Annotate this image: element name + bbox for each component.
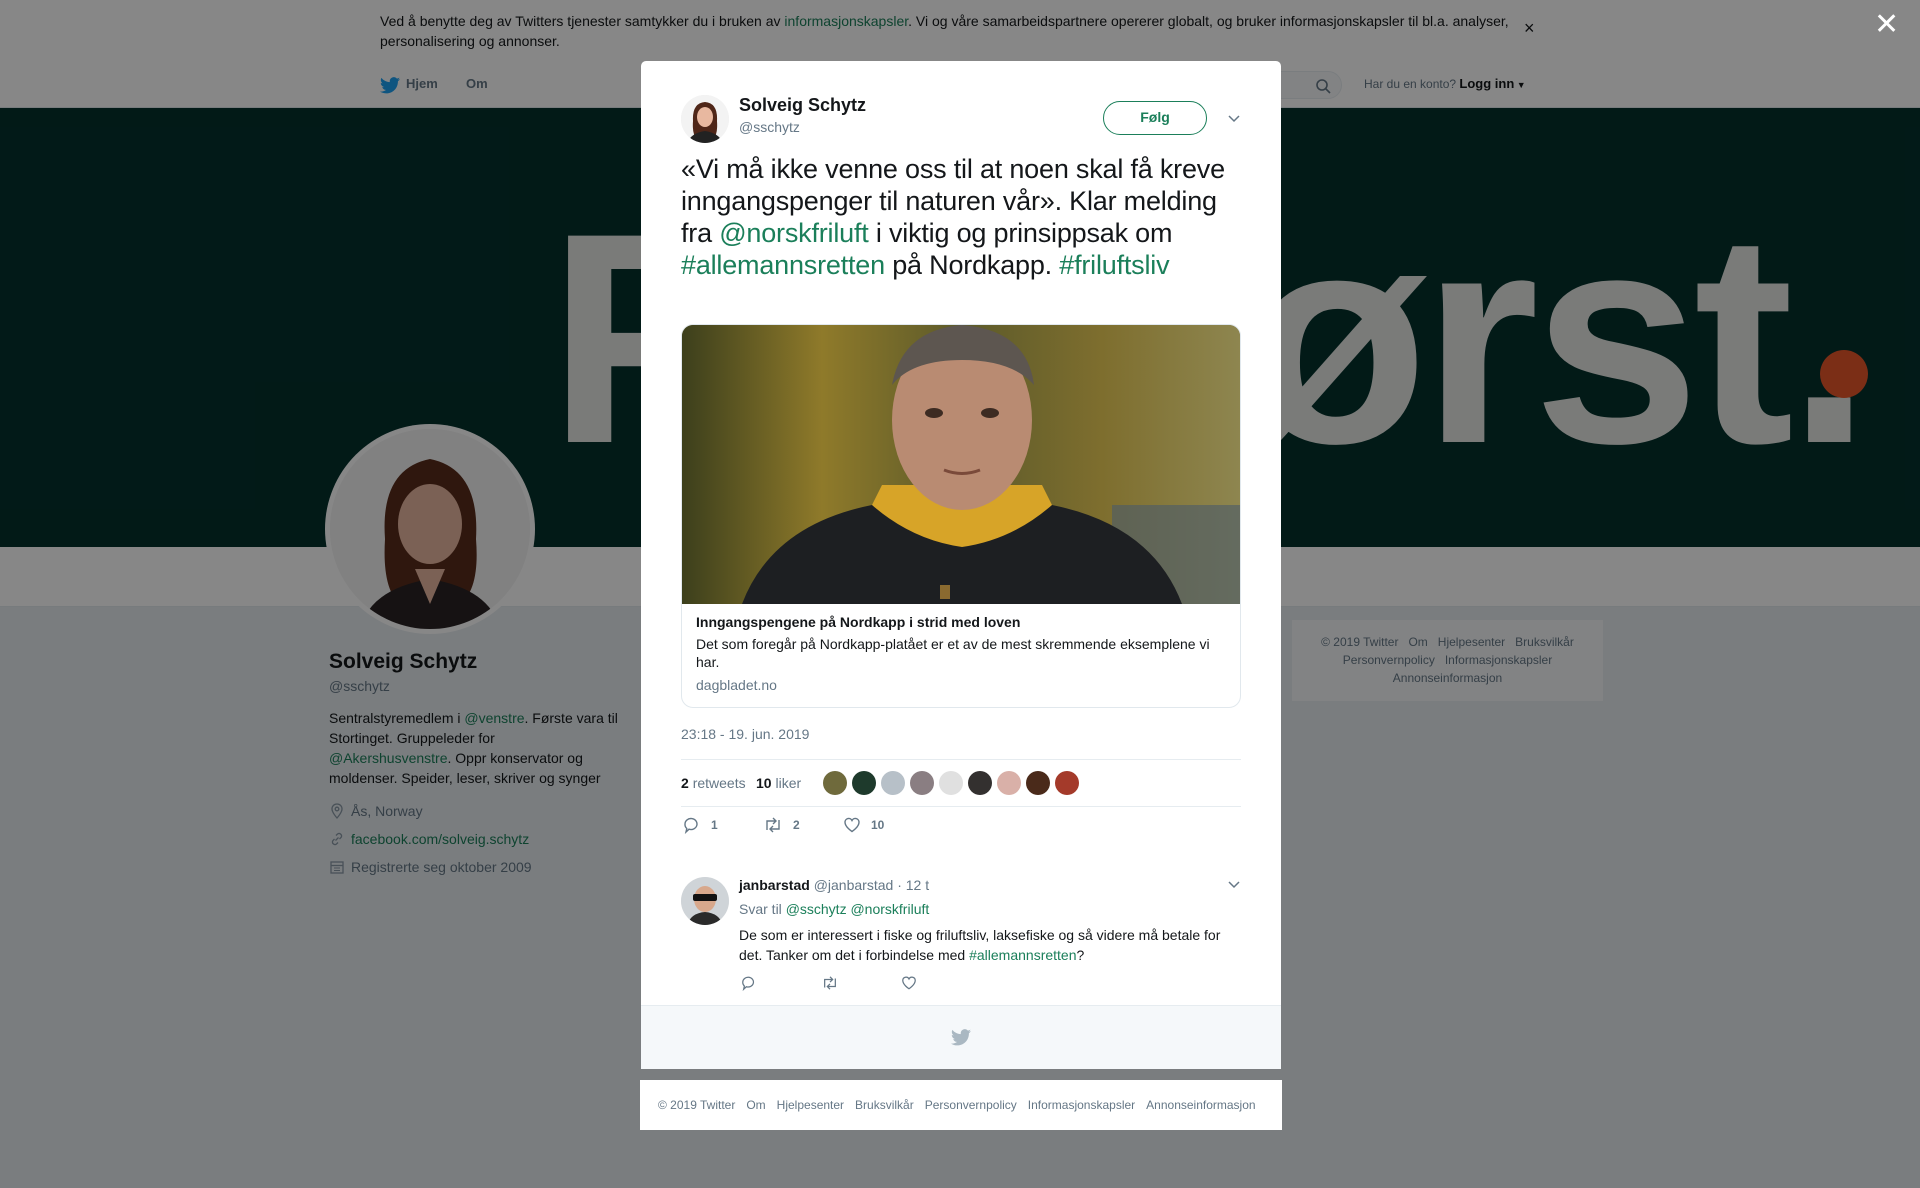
avatar[interactable]	[939, 771, 963, 795]
card-description: Det som foregår på Nordkapp-platået er e…	[696, 636, 1210, 670]
avatar[interactable]	[910, 771, 934, 795]
tweet-permalink-modal: Solveig Schytz @sschytz Følg «Vi må ikke…	[641, 61, 1281, 1069]
reply-icon	[684, 817, 698, 834]
follow-button[interactable]: Følg	[1103, 101, 1207, 135]
reply-author-handle[interactable]: @janbarstad	[814, 877, 894, 893]
author-avatar[interactable]	[681, 95, 729, 143]
chevron-down-icon[interactable]	[1227, 111, 1241, 129]
retweet-icon	[766, 817, 780, 833]
avatar[interactable]	[1055, 771, 1079, 795]
reply-author-avatar[interactable]	[681, 877, 729, 925]
tweet-hashtag-allemannsretten[interactable]: #allemannsretten	[681, 250, 885, 280]
heart-icon	[844, 817, 860, 833]
retweet-icon[interactable]	[821, 975, 839, 991]
liker-avatars	[823, 771, 1079, 795]
tweet-stats: 2 retweets 10 liker	[681, 759, 1241, 807]
chevron-down-icon[interactable]	[1227, 877, 1241, 895]
retweet-button[interactable]: 2	[763, 816, 800, 834]
close-modal-button[interactable]: ✕	[1874, 10, 1899, 40]
card-domain: dagbladet.no	[696, 677, 777, 693]
card-title: Inngangspengene på Nordkapp i strid med …	[696, 614, 1021, 630]
tweet-text: «Vi må ikke venne oss til at noen skal f…	[681, 154, 1225, 280]
reply-tweet[interactable]: janbarstad @janbarstad · 12 t Svar til @…	[681, 877, 1241, 997]
reply-actions	[739, 975, 939, 995]
footer-link-privacy[interactable]: Personvernpolicy	[925, 1098, 1017, 1112]
reply-icon[interactable]	[741, 975, 757, 991]
reply-to-mention-norskfriluft[interactable]: @norskfriluft	[850, 901, 929, 917]
modal-footer	[641, 1005, 1281, 1069]
tweet-timestamp[interactable]: 23:18 - 19. jun. 2019	[681, 726, 809, 742]
heart-icon[interactable]	[901, 975, 917, 991]
avatar[interactable]	[852, 771, 876, 795]
reply-to-line: Svar til @sschytz @norskfriluft	[739, 901, 930, 917]
avatar[interactable]	[997, 771, 1021, 795]
author-handle[interactable]: @sschytz	[739, 119, 800, 135]
avatar[interactable]	[968, 771, 992, 795]
tweet-actions: 1 2 10	[681, 816, 1241, 846]
retweet-stat[interactable]: 2 retweets	[681, 775, 746, 791]
twitter-bird-icon	[951, 1029, 971, 1046]
footer-link-about[interactable]: Om	[746, 1098, 765, 1112]
footer-link-help[interactable]: Hjelpesenter	[777, 1098, 844, 1112]
footer-copyright: © 2019 Twitter	[658, 1098, 736, 1112]
footer-link-ads-info[interactable]: Annonseinformasjon	[1146, 1098, 1255, 1112]
footer-link-terms[interactable]: Bruksvilkår	[855, 1098, 914, 1112]
tweet-mention-norskfriluft[interactable]: @norskfriluft	[719, 218, 869, 248]
tweet-header: Solveig Schytz @sschytz Følg	[681, 93, 1241, 143]
link-preview-card[interactable]: Inngangspengene på Nordkapp i strid med …	[681, 324, 1241, 708]
reply-header: janbarstad @janbarstad · 12 t	[739, 877, 929, 893]
author-name[interactable]: Solveig Schytz	[739, 95, 866, 116]
modal-bottom-footer: © 2019 Twitter Om Hjelpesenter Bruksvilk…	[640, 1080, 1282, 1130]
card-image	[682, 325, 1240, 604]
like-button[interactable]: 10	[843, 816, 884, 834]
reply-hashtag-allemannsretten[interactable]: #allemannsretten	[969, 947, 1076, 963]
like-stat[interactable]: 10 liker	[756, 775, 801, 791]
avatar[interactable]	[823, 771, 847, 795]
footer-link-cookies[interactable]: Informasjonskapsler	[1028, 1098, 1135, 1112]
avatar[interactable]	[881, 771, 905, 795]
reply-button[interactable]: 1	[683, 816, 718, 834]
reply-author-name[interactable]: janbarstad	[739, 877, 810, 893]
reply-to-mention-sschytz[interactable]: @sschytz	[786, 901, 847, 917]
avatar[interactable]	[1026, 771, 1050, 795]
reply-text: De som er interessert i fiske og friluft…	[739, 927, 1221, 963]
reply-time[interactable]: · 12 t	[897, 877, 929, 893]
tweet-hashtag-friluftsliv[interactable]: #friluftsliv	[1059, 250, 1169, 280]
